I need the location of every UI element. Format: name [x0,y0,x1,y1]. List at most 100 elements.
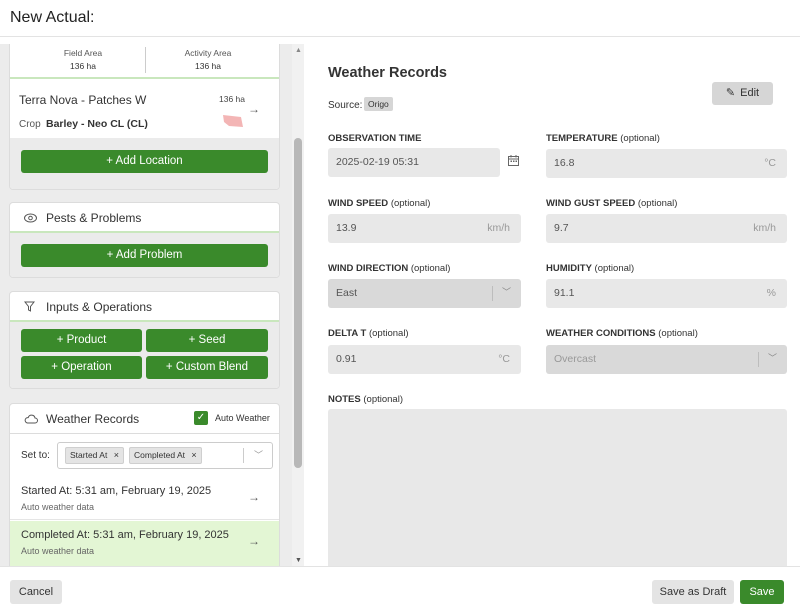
weather-conditions-label: WEATHER CONDITIONS (optional) [546,328,698,339]
location-name: Terra Nova - Patches W [19,93,147,107]
add-custom-blend-button[interactable]: + Custom Blend [146,356,268,379]
notes-textarea[interactable] [328,409,787,569]
set-to-label: Set to: [21,450,50,461]
field-value: 9.7 [554,222,569,234]
arrow-right-icon[interactable]: → [248,490,260,504]
humidity-label: HUMIDITY (optional) [546,263,635,274]
panel-title: Weather Records [328,65,447,81]
field-value: Overcast [554,353,597,365]
source-badge: Origo [364,97,393,111]
add-problem-button[interactable]: + Add Problem [21,244,268,267]
observation-time-input[interactable]: 2025-02-19 05:31 [328,148,500,177]
weather-card-title: Weather Records [46,412,140,426]
temperature-input[interactable]: 16.8 °C [546,149,787,178]
dialog-header: New Actual: [0,0,800,37]
field-value: East [336,287,358,299]
arrow-right-icon[interactable]: → [248,102,260,116]
add-product-button[interactable]: + Product [21,329,142,352]
record-title: Started At: 5:31 am, February 19, 2025 [21,485,212,497]
pests-card-title: Pests & Problems [46,211,142,225]
add-operation-button[interactable]: + Operation [21,356,142,379]
field-unit: km/h [487,222,510,234]
eye-icon [24,213,37,223]
tag-label: Started At [70,450,108,460]
scroll-down-icon[interactable]: ▼ [295,557,302,564]
add-location-button[interactable]: + Add Location [21,150,268,173]
edit-button[interactable]: ✎ Edit [712,82,773,105]
select-separator [243,448,244,463]
field-value: 2025-02-19 05:31 [336,156,419,168]
calendar-icon[interactable] [508,155,519,166]
cancel-button[interactable]: Cancel [10,580,62,604]
chevron-down-icon: ﹀ [501,287,511,297]
weather-record-item[interactable]: Started At: 5:31 am, February 19, 2025 A… [10,480,279,520]
activity-area: Activity Area 136 ha [143,47,273,73]
weather-records-panel: Weather Records Source: Origo ✎ Edit OBSE… [304,44,800,569]
save-draft-button[interactable]: Save as Draft [652,580,734,604]
delta-t-label: DELTA T (optional) [328,328,409,339]
activity-area-label: Activity Area [184,48,232,58]
field-unit: % [766,287,776,299]
chevron-down-icon[interactable]: ﹀ [254,448,263,461]
delta-t-input[interactable]: 0.91 °C [328,345,521,374]
pests-card: Pests & Problems + Add Problem [9,202,280,278]
select-separator [758,352,759,367]
activity-area-value: 136 ha [195,61,221,71]
scrollbar-thumb[interactable] [294,138,302,468]
field-area-label: Field Area [63,48,103,58]
wind-speed-input[interactable]: 13.9 km/h [328,214,521,243]
auto-weather-label: Auto Weather [215,413,270,423]
save-button[interactable]: Save [740,580,784,604]
tag-label: Completed At [134,450,186,460]
auto-weather-checkbox[interactable]: ✓ [194,411,208,425]
source-label: Source: [328,100,363,111]
inputs-card-title: Inputs & Operations [46,300,153,314]
field-value: 13.9 [336,222,357,234]
weather-conditions-select[interactable]: Overcast ﹀ [546,345,787,374]
edit-label: Edit [740,87,760,99]
wind-direction-label: WIND DIRECTION (optional) [328,263,451,274]
record-subtitle: Auto weather data [21,546,95,556]
tag-completed-at: Completed At × [129,447,202,464]
filter-icon [24,301,35,312]
wind-gust-input[interactable]: 9.7 km/h [546,214,787,243]
weather-card-header: Weather Records ✓ Auto Weather [10,404,279,434]
set-to-select[interactable]: Started At × Completed At × ﹀ [57,442,273,469]
scroll-up-icon[interactable]: ▲ [295,47,302,54]
field-shape-icon [223,115,243,127]
pests-card-header: Pests & Problems [10,203,279,233]
tag-started-at: Started At × [65,447,124,464]
field-area-value: 136 ha [70,61,96,71]
chevron-down-icon: ﹀ [767,353,777,363]
location-card: Field Area 136 ha Activity Area 136 ha T… [9,44,280,190]
field-value: 0.91 [336,353,357,365]
dialog-footer: Cancel Save as Draft Save [0,566,800,615]
record-subtitle: Auto weather data [21,502,95,512]
area-summary: Field Area 136 ha Activity Area 136 ha [10,44,279,79]
wind-direction-select[interactable]: East ﹀ [328,279,521,308]
notes-label: NOTES (optional) [328,394,403,405]
crop-label: Crop [19,119,41,130]
left-panel-scrollbar[interactable]: ▲ ▼ [292,44,304,566]
weather-record-item-selected[interactable]: Completed At: 5:31 am, February 19, 2025… [10,521,279,566]
location-row[interactable]: Terra Nova - Patches W 136 ha → Crop Bar… [10,81,279,137]
humidity-input[interactable]: 91.1% [546,279,787,308]
cloud-icon [24,414,38,424]
location-area: 136 ha [219,94,245,104]
field-unit: km/h [753,222,776,234]
field-unit: °C [764,157,776,169]
temperature-label: TEMPERATURE (optional) [546,133,660,144]
location-actions: + Add Location [10,138,279,189]
remove-tag-icon[interactable]: × [114,450,119,460]
pencil-icon: ✎ [725,87,736,99]
add-seed-button[interactable]: + Seed [146,329,268,352]
remove-tag-icon[interactable]: × [191,450,196,460]
weather-card: Weather Records ✓ Auto Weather Set to: S… [9,403,280,566]
field-unit: °C [498,353,510,365]
dialog-title: New Actual: [10,9,95,26]
arrow-right-icon[interactable]: → [248,534,260,548]
select-separator [492,286,493,301]
field-value: 16.8 [554,157,575,169]
observation-time-label: OBSERVATION TIME [328,133,422,144]
field-value: 91.1 [554,287,575,299]
